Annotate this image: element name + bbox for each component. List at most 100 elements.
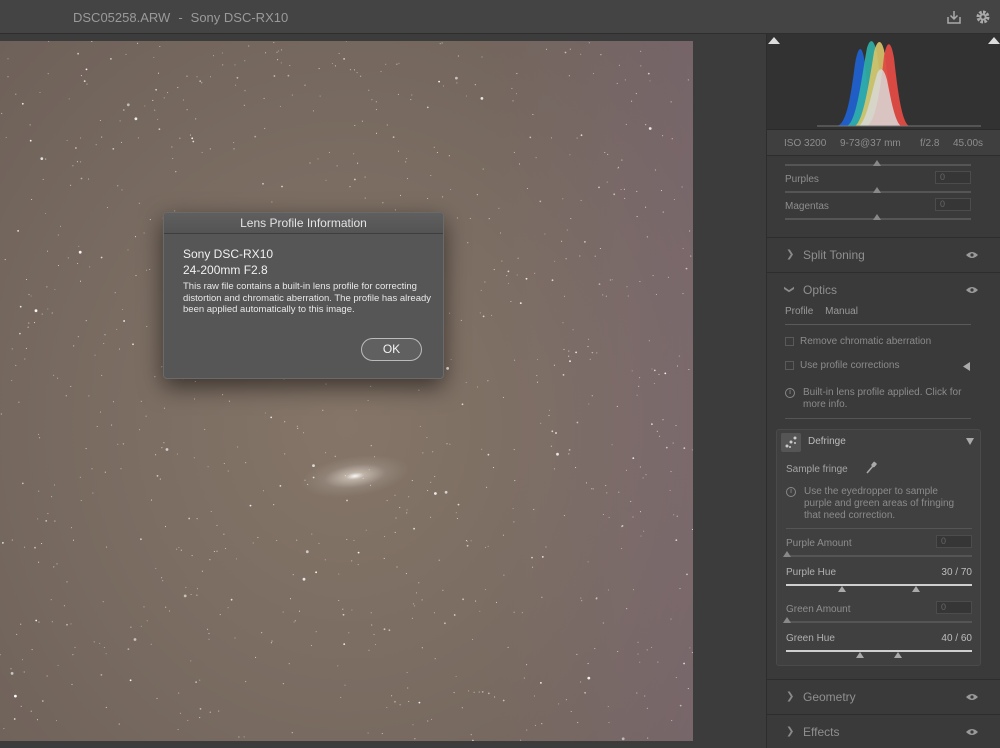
star <box>480 289 482 291</box>
star <box>608 721 610 724</box>
star <box>541 723 543 725</box>
purples-value[interactable]: 0 <box>935 171 971 184</box>
star <box>545 546 547 548</box>
magentas-value[interactable]: 0 <box>935 198 971 211</box>
star <box>182 99 184 101</box>
section-split-toning[interactable]: ❯ Split Toning <box>767 237 1000 271</box>
star <box>679 704 682 707</box>
star <box>163 97 165 99</box>
section-geometry[interactable]: ❯ Geometry <box>767 679 1000 713</box>
star <box>66 623 68 626</box>
star <box>123 320 125 322</box>
star <box>235 558 238 560</box>
star <box>318 542 320 544</box>
star <box>88 395 90 397</box>
star <box>564 51 567 54</box>
star <box>575 467 577 469</box>
ok-button[interactable]: OK <box>361 338 422 361</box>
tab-profile[interactable]: Profile <box>785 306 813 317</box>
slider-thumb-high[interactable] <box>893 652 902 658</box>
star <box>645 206 647 208</box>
shadow-clipping-icon[interactable] <box>768 37 780 44</box>
star <box>513 521 515 523</box>
star <box>104 334 106 336</box>
star <box>370 612 372 614</box>
star <box>165 448 169 451</box>
use-profile-checkbox[interactable]: Use profile corrections <box>785 360 899 371</box>
star <box>297 427 299 429</box>
star <box>201 570 203 572</box>
star <box>78 245 80 247</box>
highlight-clipping-icon[interactable] <box>988 37 1000 44</box>
star <box>25 347 27 349</box>
slider-thumb[interactable] <box>873 214 881 220</box>
star <box>662 135 664 137</box>
slider-track <box>786 621 972 623</box>
eyedropper-info-text: Use the eyedropper to sample purple and … <box>804 486 955 521</box>
slider-thumb[interactable] <box>873 160 881 166</box>
star <box>156 475 159 477</box>
star <box>569 154 571 156</box>
star <box>383 557 385 559</box>
star <box>442 589 444 591</box>
export-icon[interactable] <box>945 8 963 26</box>
collapse-triangle-icon[interactable] <box>966 438 974 445</box>
star <box>95 144 97 146</box>
builtin-profile-info[interactable]: i Built-in lens profile applied. Click f… <box>785 387 971 411</box>
star <box>13 718 16 720</box>
star <box>279 105 281 107</box>
star <box>86 83 88 85</box>
star <box>569 48 571 50</box>
eye-icon[interactable] <box>966 251 978 259</box>
star <box>444 622 446 625</box>
star <box>47 73 49 75</box>
slider-thumb[interactable] <box>783 617 791 623</box>
star <box>364 197 366 199</box>
star <box>130 626 132 628</box>
star <box>55 720 58 722</box>
slider-thumb-low[interactable] <box>856 652 865 658</box>
star <box>406 178 409 180</box>
eyedropper-icon[interactable] <box>865 461 877 475</box>
star <box>222 64 224 66</box>
star <box>405 161 407 163</box>
star <box>550 137 553 139</box>
star <box>50 599 52 601</box>
astro-photo[interactable] <box>0 41 693 741</box>
gear-icon[interactable] <box>974 8 992 26</box>
star <box>636 190 638 192</box>
star <box>516 274 518 276</box>
star <box>15 93 17 95</box>
star <box>346 538 348 541</box>
slider-thumb-low[interactable] <box>837 586 846 592</box>
star <box>1 112 3 114</box>
star <box>397 150 400 152</box>
eye-icon[interactable] <box>966 693 978 701</box>
caret-left-icon[interactable] <box>963 362 971 371</box>
star <box>434 475 436 478</box>
slider-thumb[interactable] <box>783 551 791 557</box>
section-effects[interactable]: ❯ Effects <box>767 714 1000 748</box>
star <box>594 648 596 650</box>
star <box>343 643 346 645</box>
purple-amount-value[interactable]: 0 <box>936 535 972 548</box>
star <box>249 504 252 507</box>
checkbox[interactable] <box>785 336 794 346</box>
eye-icon[interactable] <box>966 286 978 294</box>
green-amount-value[interactable]: 0 <box>936 601 972 614</box>
star <box>70 623 72 625</box>
star <box>406 158 408 160</box>
star <box>36 719 39 721</box>
slider-thumb[interactable] <box>873 187 881 193</box>
eye-icon[interactable] <box>966 728 978 736</box>
checkbox[interactable] <box>785 360 794 370</box>
star <box>154 109 156 111</box>
section-optics[interactable]: ❯ Optics <box>767 272 1000 306</box>
window-title: DSC05258.ARW - Sony DSC-RX10 <box>73 10 288 25</box>
star <box>676 365 679 367</box>
tab-manual[interactable]: Manual <box>825 306 858 317</box>
star <box>596 352 598 354</box>
remove-ca-checkbox[interactable]: Remove chromatic aberration <box>785 336 931 347</box>
star <box>46 286 48 288</box>
slider-thumb-high[interactable] <box>912 586 921 592</box>
